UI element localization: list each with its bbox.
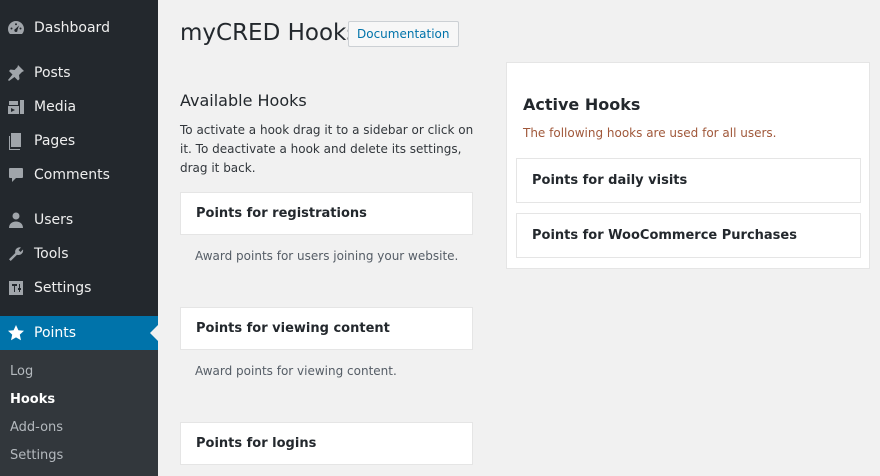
available-hook-logins[interactable]: Points for logins xyxy=(180,422,473,465)
hook-title: Points for registrations xyxy=(196,206,367,221)
menu-item-comments[interactable]: Comments xyxy=(0,158,158,192)
menu-item-media[interactable]: Media xyxy=(0,90,158,124)
page-title: myCRED Hooks xyxy=(180,20,359,46)
menu-item-points[interactable]: Points xyxy=(0,316,158,350)
submenu-item-log[interactable]: Log xyxy=(10,364,33,379)
menu-item-users[interactable]: Users xyxy=(0,203,158,237)
submenu-item-settings[interactable]: Settings xyxy=(10,448,63,463)
wrench-icon xyxy=(7,245,25,263)
available-hook-registrations[interactable]: Points for registrations xyxy=(180,192,473,235)
hook-description: Award points for users joining your webs… xyxy=(195,249,459,263)
menu-label: Pages xyxy=(34,133,76,149)
comment-icon xyxy=(7,166,25,184)
menu-label: Media xyxy=(34,99,77,115)
hook-description: Award points for viewing content. xyxy=(195,364,397,378)
user-icon xyxy=(7,211,25,229)
hook-title: Points for daily visits xyxy=(532,173,688,188)
pin-icon xyxy=(7,64,25,82)
media-icon xyxy=(7,98,25,116)
active-hooks-title: Active Hooks xyxy=(523,95,641,114)
settings-icon xyxy=(7,279,25,297)
points-submenu: Log Hooks Add-ons Settings xyxy=(0,350,158,476)
hook-title: Points for WooCommerce Purchases xyxy=(532,228,797,243)
menu-label: Posts xyxy=(34,65,71,81)
hook-title: Points for viewing content xyxy=(196,321,390,336)
menu-label: Comments xyxy=(34,167,110,183)
hook-title: Points for logins xyxy=(196,436,317,451)
menu-item-posts[interactable]: Posts xyxy=(0,56,158,90)
active-hooks-panel: Active Hooks The following hooks are use… xyxy=(506,62,870,269)
active-hook-woocommerce[interactable]: Points for WooCommerce Purchases xyxy=(516,213,861,258)
available-hooks-description: To activate a hook drag it to a sidebar … xyxy=(180,123,474,175)
menu-label: Points xyxy=(34,325,77,341)
menu-label: Settings xyxy=(34,280,92,296)
available-hook-viewing-content[interactable]: Points for viewing content xyxy=(180,307,473,350)
documentation-button[interactable]: Documentation xyxy=(348,21,459,47)
active-hooks-description: The following hooks are used for all use… xyxy=(523,126,777,140)
active-hook-daily-visits[interactable]: Points for daily visits xyxy=(516,158,861,203)
menu-label: Tools xyxy=(34,246,69,262)
submenu-item-addons[interactable]: Add-ons xyxy=(10,420,63,435)
menu-item-dashboard[interactable]: Dashboard xyxy=(0,11,158,45)
menu-item-settings[interactable]: Settings xyxy=(0,271,158,305)
dashboard-icon xyxy=(7,19,25,37)
menu-label: Users xyxy=(34,212,74,228)
menu-item-tools[interactable]: Tools xyxy=(0,237,158,271)
admin-sidebar: Dashboard Posts Media Pages Comments Use… xyxy=(0,0,158,476)
menu-label: Dashboard xyxy=(34,20,110,36)
star-icon xyxy=(7,324,25,342)
available-hooks-title: Available Hooks xyxy=(180,91,307,110)
submenu-item-hooks[interactable]: Hooks xyxy=(10,392,55,407)
pages-icon xyxy=(7,132,25,150)
menu-item-pages[interactable]: Pages xyxy=(0,124,158,158)
